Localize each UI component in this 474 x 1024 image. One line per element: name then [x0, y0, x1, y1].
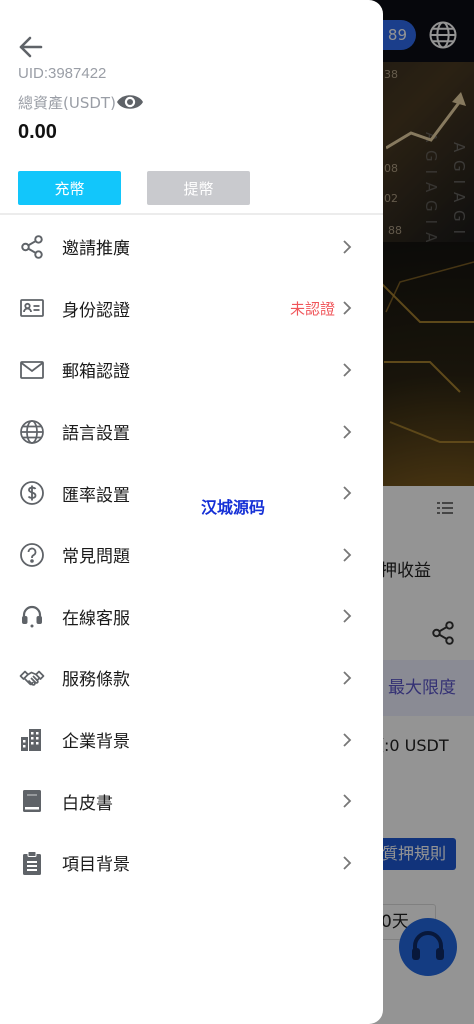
status-badge: 未認證: [289, 299, 335, 318]
back-arrow-icon[interactable]: [16, 32, 46, 62]
menu-item-label: 在線客服: [62, 608, 130, 629]
headset-icon: [22, 606, 42, 628]
chevron-right-icon: [343, 301, 352, 316]
balance-value: 0.00: [18, 121, 57, 143]
share-icon: [21, 234, 43, 259]
side-drawer: UID:3987422 總資產(USDT) 0.00 充幣 提幣 邀請推廣 身份…: [0, 0, 383, 1024]
menu-item-terms[interactable]: 服務條款: [0, 647, 383, 709]
chevron-right-icon: [343, 671, 352, 685]
menu-item-label: 項目背景: [62, 855, 130, 876]
menu-item-invite[interactable]: 邀請推廣: [0, 216, 383, 278]
menu-item-label: 身份認證: [62, 300, 130, 321]
menu-item-exchange-rate[interactable]: 匯率設置: [0, 462, 383, 524]
menu-item-project[interactable]: 項目背景: [0, 832, 383, 894]
watermark-text: 汉城源码: [201, 498, 266, 517]
menu-item-label: 語言設置: [62, 424, 130, 445]
menu-item-label: 常見問題: [62, 547, 130, 568]
divider: [0, 213, 383, 215]
chevron-right-icon: [343, 732, 352, 747]
dollar-icon: [20, 481, 44, 506]
chevron-right-icon: [343, 486, 352, 500]
menu-item-label: 企業背景: [62, 732, 130, 753]
total-assets-label: 總資產(USDT): [18, 94, 116, 112]
chevron-right-icon: [343, 609, 352, 623]
handshake-icon: [19, 670, 45, 686]
eye-icon[interactable]: [116, 92, 144, 112]
chevron-right-icon: [343, 240, 352, 254]
clipboard-icon: [23, 850, 41, 875]
menu-item-faq[interactable]: 常見問題: [0, 524, 383, 586]
menu-item-language[interactable]: 語言設置: [0, 401, 383, 463]
chevron-right-icon: [343, 794, 352, 808]
user-id: UID:3987422: [18, 65, 107, 82]
chevron-right-icon: [343, 424, 352, 439]
chevron-right-icon: [343, 856, 352, 870]
menu-item-label: 白皮書: [62, 793, 113, 814]
menu-item-company[interactable]: 企業背景: [0, 709, 383, 771]
drawer-menu: 邀請推廣 身份認證 未認證 郵箱認證 語言設置 匯率設置 常見問題 在線客服 服…: [0, 216, 383, 894]
menu-item-whitepaper[interactable]: 白皮書: [0, 770, 383, 832]
deposit-button[interactable]: 充幣: [18, 171, 121, 205]
chevron-right-icon: [343, 363, 352, 377]
menu-item-support[interactable]: 在線客服: [0, 586, 383, 648]
chevron-right-icon: [343, 548, 352, 562]
withdraw-button[interactable]: 提幣: [147, 171, 250, 205]
menu-item-email[interactable]: 郵箱認證: [0, 339, 383, 401]
id-card-icon: [20, 299, 44, 318]
book-icon: [23, 790, 41, 813]
menu-item-label: 郵箱認證: [62, 362, 130, 383]
menu-item-identity[interactable]: 身份認證 未認證: [0, 278, 383, 340]
building-icon: [21, 728, 41, 751]
menu-item-label: 邀請推廣: [62, 239, 130, 260]
globe-icon: [20, 419, 44, 444]
question-icon: [20, 542, 44, 567]
mail-icon: [20, 361, 44, 379]
menu-item-label: 匯率設置: [62, 485, 130, 506]
menu-item-label: 服務條款: [62, 670, 130, 691]
